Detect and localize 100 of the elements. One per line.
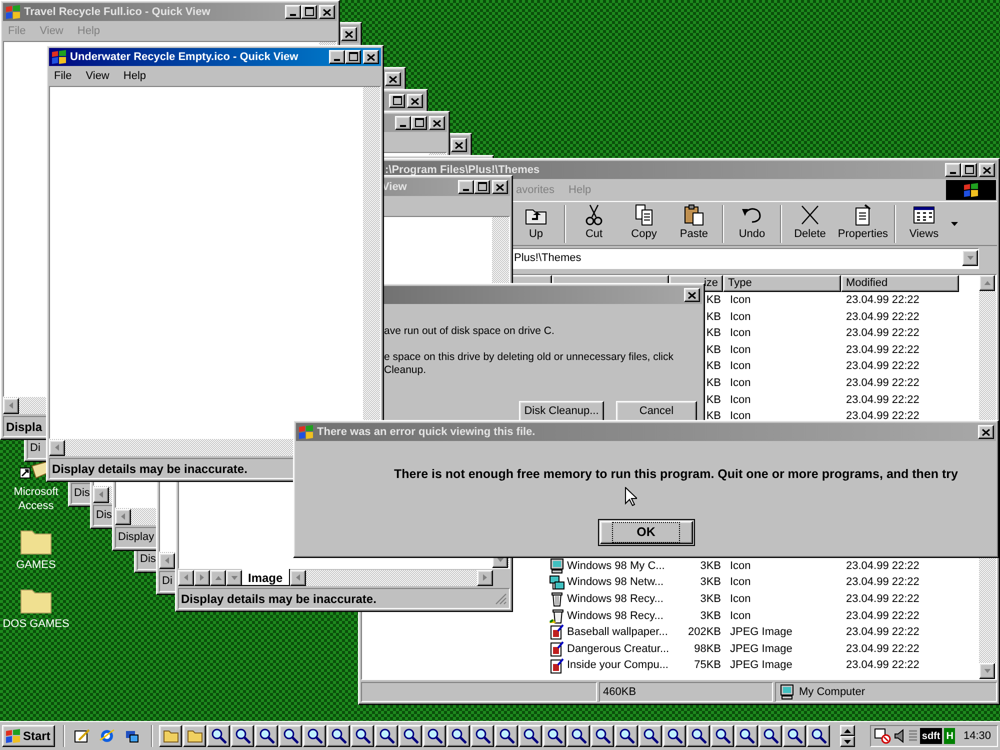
taskbar-button[interactable] (711, 725, 734, 747)
dialog-button[interactable]: Cancel (616, 401, 697, 422)
close-button[interactable] (319, 5, 335, 19)
taskbar-button[interactable] (351, 725, 374, 747)
maximize-button[interactable] (411, 116, 427, 130)
taskbar-button[interactable] (759, 725, 782, 747)
column-header[interactable]: Modified (841, 275, 959, 292)
file-name[interactable]: Windows 98 Recy... (567, 608, 664, 624)
close-button[interactable] (979, 163, 995, 177)
toolbar-button[interactable]: Undo (727, 202, 777, 244)
taskbar-button[interactable] (327, 725, 350, 747)
icon-label[interactable]: DOS GAMES (2, 617, 70, 631)
scheduler-icon[interactable] (874, 728, 892, 744)
tray-badge[interactable]: sdft (920, 728, 942, 744)
menu-item[interactable]: View (86, 68, 110, 84)
taskbar-button[interactable] (735, 725, 758, 747)
start-button[interactable]: Start (2, 725, 55, 747)
taskbar-button[interactable] (591, 725, 614, 747)
scroll-arrow-button[interactable] (979, 275, 995, 291)
toolbar-button[interactable]: Up (511, 202, 561, 244)
minimize-button[interactable] (945, 163, 961, 177)
file-name[interactable]: Dangerous Creatur... (567, 640, 670, 658)
scroll-arrow-button[interactable] (178, 570, 194, 586)
taskbar-button[interactable] (207, 725, 230, 747)
scroll-arrow-button[interactable] (477, 570, 493, 586)
close-button[interactable] (492, 180, 508, 194)
taskbar-button[interactable] (279, 725, 302, 747)
maximize-button[interactable] (961, 163, 977, 177)
scroll-arrow-button[interactable] (93, 486, 109, 502)
taskbar-button[interactable] (447, 725, 470, 747)
speaker-icon[interactable] (894, 729, 906, 743)
file-name[interactable]: Windows 98 My C... (567, 558, 665, 574)
maximize-button[interactable] (389, 94, 405, 108)
scroll-arrow-button[interactable] (962, 250, 978, 266)
scroll-arrow-button[interactable] (3, 398, 19, 414)
address-field[interactable]: Plus!\Themes (511, 248, 979, 268)
scroll-arrow-button[interactable] (290, 570, 306, 586)
icon-label[interactable]: GAMES (16, 558, 56, 572)
icon-label[interactable]: Microsoft Access (1, 485, 71, 513)
dialog-button[interactable]: Disk Cleanup... (519, 401, 604, 422)
sheet-tab[interactable]: Image (242, 569, 290, 586)
scroll-down-button[interactable] (840, 736, 855, 747)
file-name[interactable]: Baseball wallpaper... (567, 624, 668, 641)
taskbar-button[interactable] (183, 725, 206, 747)
close-button[interactable] (363, 50, 379, 64)
maximize-button[interactable] (345, 50, 361, 64)
close-button[interactable] (407, 94, 423, 108)
close-button[interactable] (451, 138, 467, 152)
taskbar-button[interactable] (639, 725, 662, 747)
column-header[interactable]: Type (723, 275, 841, 292)
toolbar-button[interactable]: Views (899, 202, 949, 244)
close-button[interactable] (978, 425, 994, 439)
minimize-button[interactable] (329, 50, 345, 64)
taskbar-button[interactable] (399, 725, 422, 747)
taskbar-button[interactable] (255, 725, 278, 747)
scroll-arrow-button[interactable] (115, 508, 131, 524)
scroll-arrow-button[interactable] (194, 570, 210, 586)
menu-item[interactable]: Help (123, 68, 146, 84)
scroll-arrow-button[interactable] (49, 440, 65, 456)
close-button[interactable] (429, 116, 445, 130)
toolbar-button[interactable]: Paste (669, 202, 719, 244)
minimize-button[interactable] (395, 116, 411, 130)
toolbar-button[interactable]: Properties (835, 202, 891, 244)
taskbar-button[interactable] (375, 725, 398, 747)
taskbar-button[interactable] (567, 725, 590, 747)
minimize-button[interactable] (285, 5, 301, 19)
maximize-button[interactable] (474, 180, 490, 194)
scroll-arrow-button[interactable] (210, 570, 226, 586)
taskbar-button[interactable] (807, 725, 830, 747)
ok-button[interactable]: OK (598, 518, 694, 546)
toolbar-button[interactable]: Delete (785, 202, 835, 244)
close-button[interactable] (684, 288, 700, 302)
scroll-up-button[interactable] (840, 725, 855, 736)
taskbar-button[interactable] (423, 725, 446, 747)
scroll-arrow-button[interactable] (979, 663, 995, 679)
scroll-arrow-button[interactable] (159, 552, 175, 568)
close-button[interactable] (341, 27, 357, 41)
taskbar-button[interactable] (663, 725, 686, 747)
toolbar-button[interactable]: Cut (569, 202, 619, 244)
scroll-arrow-button[interactable] (226, 570, 242, 586)
taskbar-button[interactable] (471, 725, 494, 747)
triangle-icon (55, 444, 59, 451)
menu-item[interactable]: File (54, 68, 72, 84)
taskbar-button[interactable] (303, 725, 326, 747)
taskbar-button[interactable] (519, 725, 542, 747)
taskbar-button[interactable] (687, 725, 710, 747)
file-name[interactable]: Windows 98 Netw... (567, 574, 664, 591)
minimize-button[interactable] (458, 180, 474, 194)
taskbar-button[interactable] (231, 725, 254, 747)
close-button[interactable] (385, 72, 401, 86)
tray-badge[interactable]: H (944, 728, 956, 744)
taskbar-button[interactable] (615, 725, 638, 747)
file-name[interactable]: Inside your Compu... (567, 657, 668, 674)
file-name[interactable]: Windows 98 Recy... (567, 590, 664, 608)
taskbar-button[interactable] (495, 725, 518, 747)
taskbar-button[interactable] (543, 725, 566, 747)
taskbar-button[interactable] (159, 725, 182, 747)
taskbar-button[interactable] (783, 725, 806, 747)
toolbar-button[interactable]: Copy (619, 202, 669, 244)
maximize-button[interactable] (301, 5, 317, 19)
